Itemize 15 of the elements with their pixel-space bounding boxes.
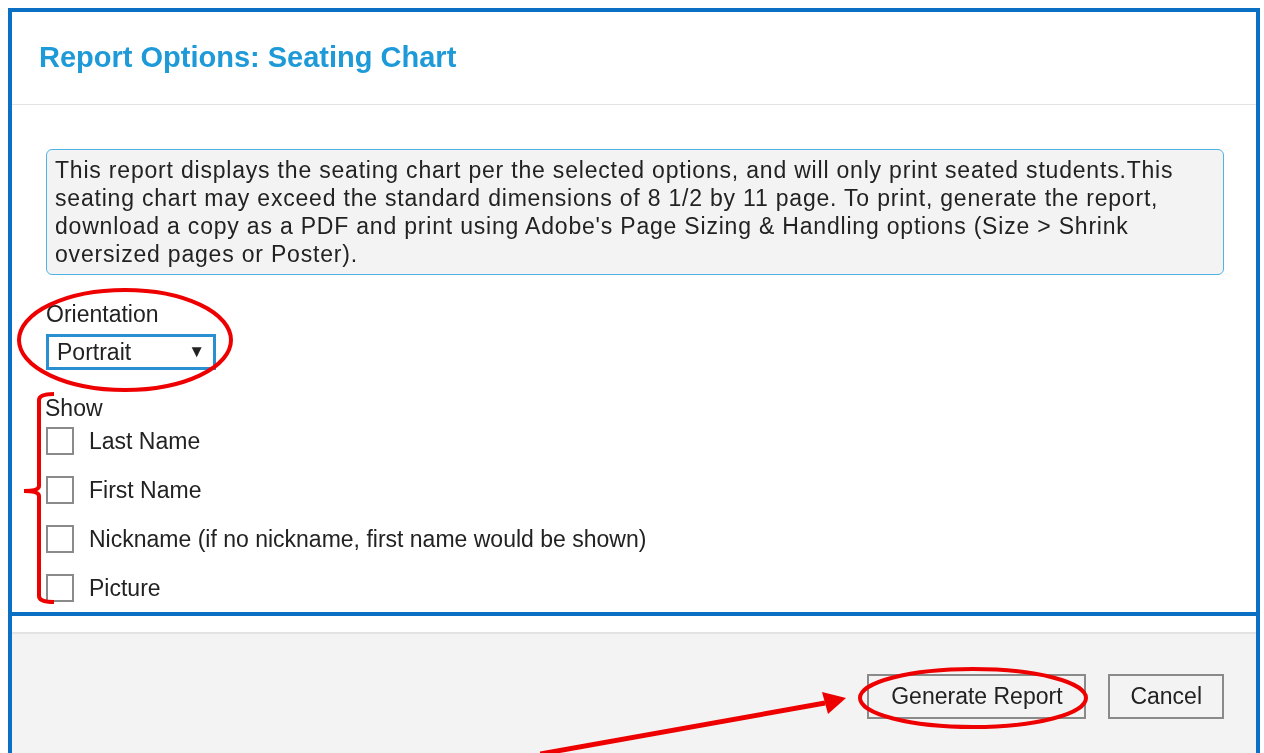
checkbox[interactable] [46,427,74,455]
checkbox-label: Nickname (if no nickname, first name would be shown) [89,524,647,554]
info-notice: This report displays the seating chart per the selected options, and will only print seated students.This seating chart may exceed the standard dimensions of 8 1/2 by 11 page. To print, generate the report, download a copy as a PDF and print using Adobe's Page Sizing & Handling options (Size > Shrink oversized pages or Poster). [46,149,1224,275]
checkbox[interactable] [46,476,74,504]
checkbox-label: Last Name [89,426,201,456]
cancel-button[interactable]: Cancel [1108,674,1224,719]
dialog-title: Report Options: Seating Chart [39,40,457,76]
orientation-label: Orientation [46,302,159,326]
generate-report-button[interactable]: Generate Report [867,674,1087,719]
checkbox[interactable] [46,574,74,602]
checkbox[interactable] [46,525,74,553]
checkbox-label: Picture [89,573,161,603]
show-label: Show [45,396,103,420]
orientation-select[interactable]: Portrait ▼ [46,334,216,370]
checkbox-label: First Name [89,475,202,505]
